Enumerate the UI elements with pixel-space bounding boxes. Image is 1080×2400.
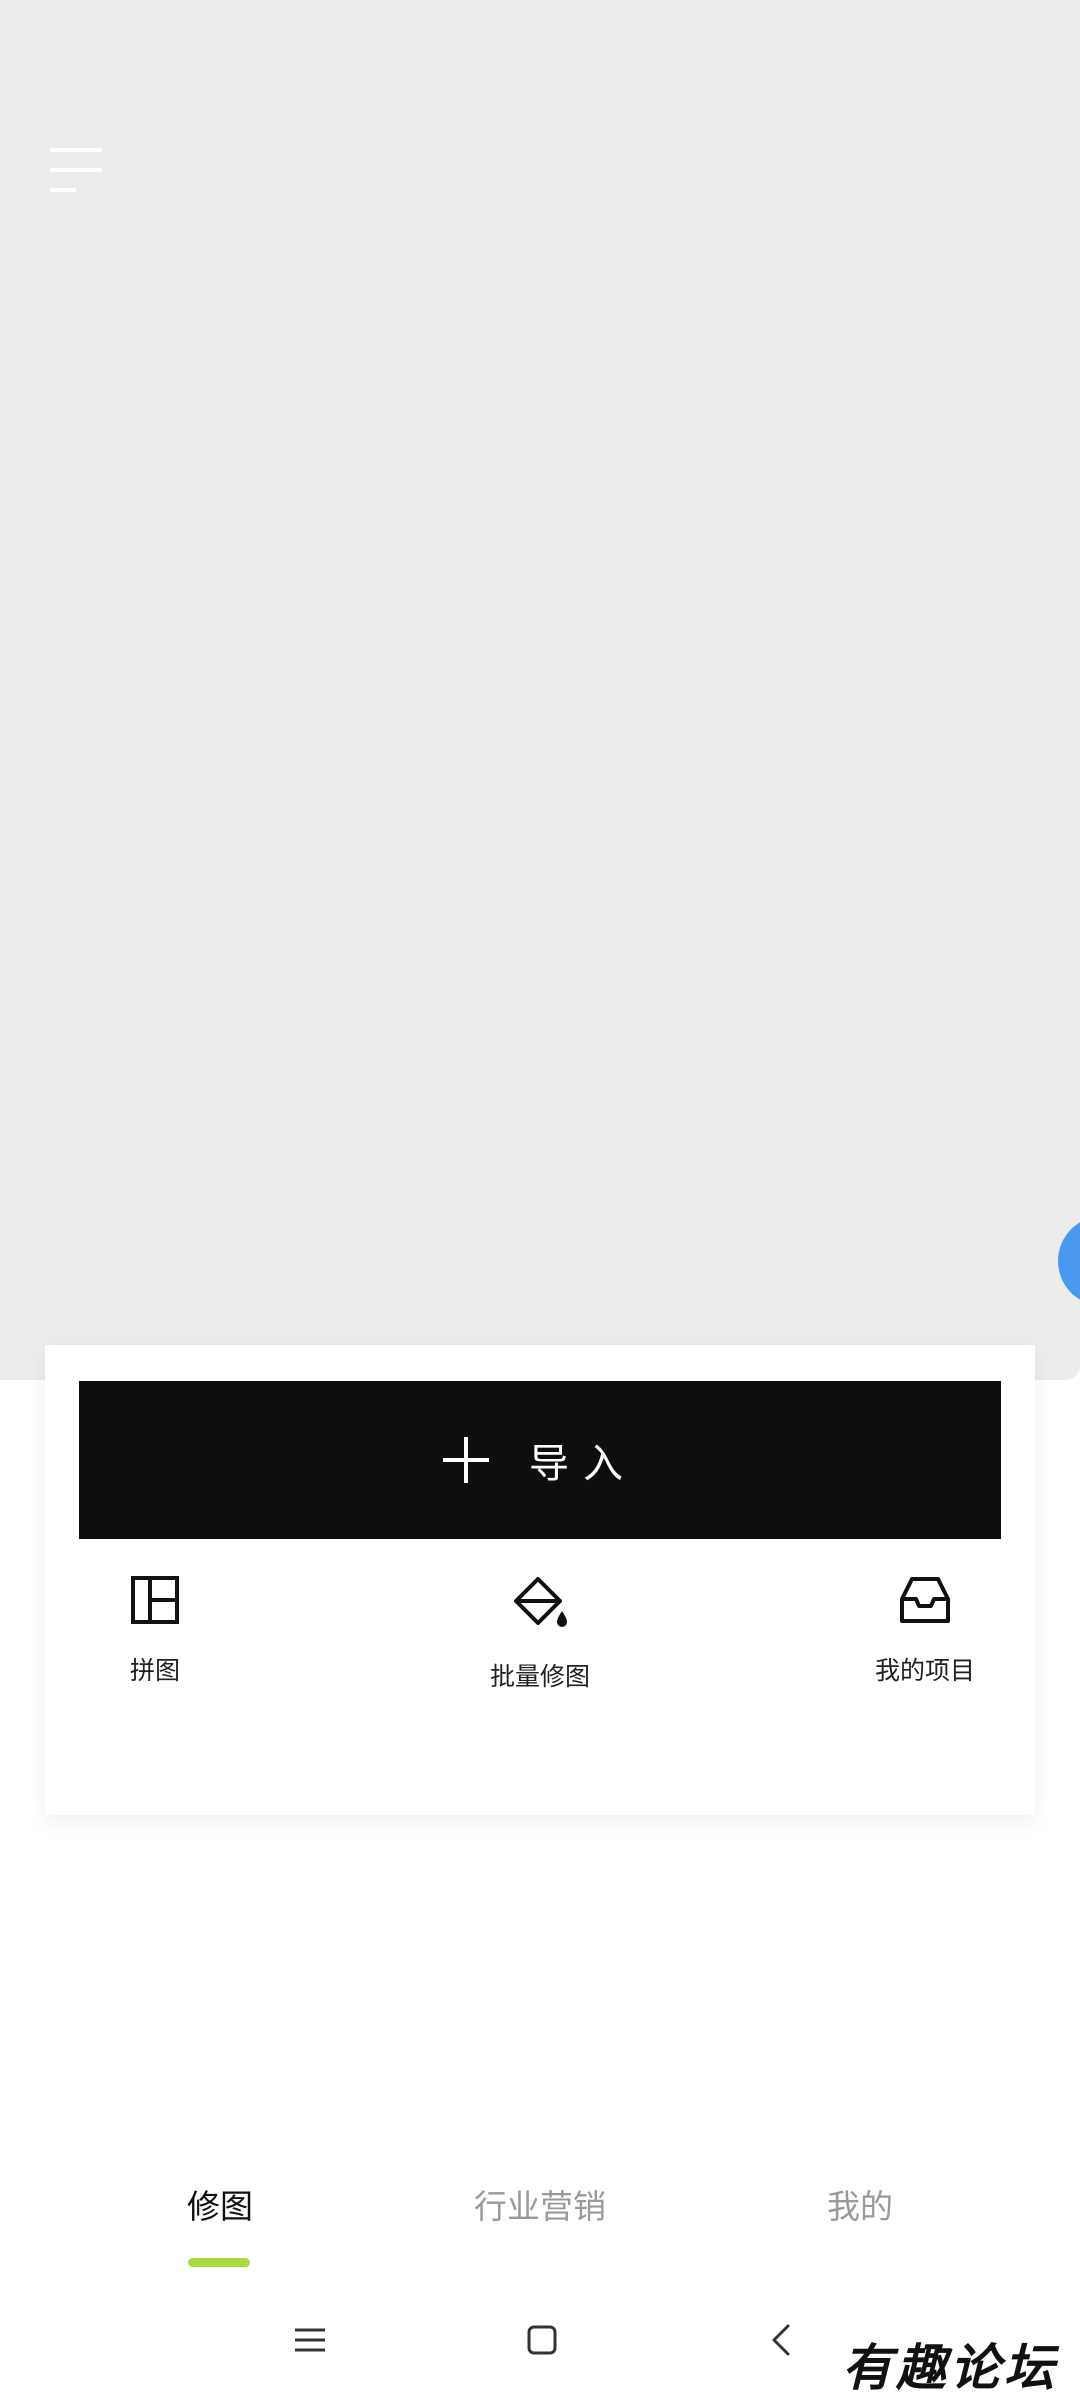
recents-menu-icon[interactable] (290, 2320, 330, 2360)
screen: 导入 拼图 批量修图 我的项目 修图 行业营销 我的 有趣论坛 (0, 0, 1080, 2400)
tab-edit[interactable]: 修图 (185, 2180, 255, 2228)
back-chevron-icon[interactable] (762, 2320, 802, 2360)
import-label: 导入 (529, 1441, 637, 1487)
hero-banner (0, 0, 1080, 1380)
collage-label: 拼图 (129, 1656, 180, 1685)
plus-icon (443, 1437, 489, 1483)
tab-mine[interactable]: 我的 (825, 2180, 895, 2228)
action-card: 导入 拼图 批量修图 我的项目 (45, 1345, 1035, 1815)
tab-industry-marketing[interactable]: 行业营销 (470, 2180, 610, 2228)
home-square-icon[interactable] (522, 2320, 562, 2360)
collage-tool[interactable]: 拼图 (45, 1575, 265, 1687)
active-tab-indicator (188, 2258, 250, 2267)
my-projects-tool[interactable]: 我的项目 (815, 1575, 1035, 1687)
batch-edit-tool[interactable]: 批量修图 (430, 1575, 650, 1693)
paint-bucket-icon (514, 1577, 567, 1627)
tool-row: 拼图 批量修图 我的项目 (45, 1575, 1035, 1775)
hamburger-menu-icon[interactable] (50, 148, 106, 196)
collage-grid-icon (131, 1576, 179, 1624)
batch-edit-label: 批量修图 (489, 1662, 590, 1691)
watermark: 有趣论坛 (842, 2338, 1058, 2397)
my-projects-label: 我的项目 (874, 1656, 975, 1685)
import-button[interactable]: 导入 (79, 1381, 1001, 1539)
bottom-tab-bar: 修图 行业营销 我的 (0, 2170, 1080, 2280)
inbox-tray-icon (900, 1577, 950, 1623)
